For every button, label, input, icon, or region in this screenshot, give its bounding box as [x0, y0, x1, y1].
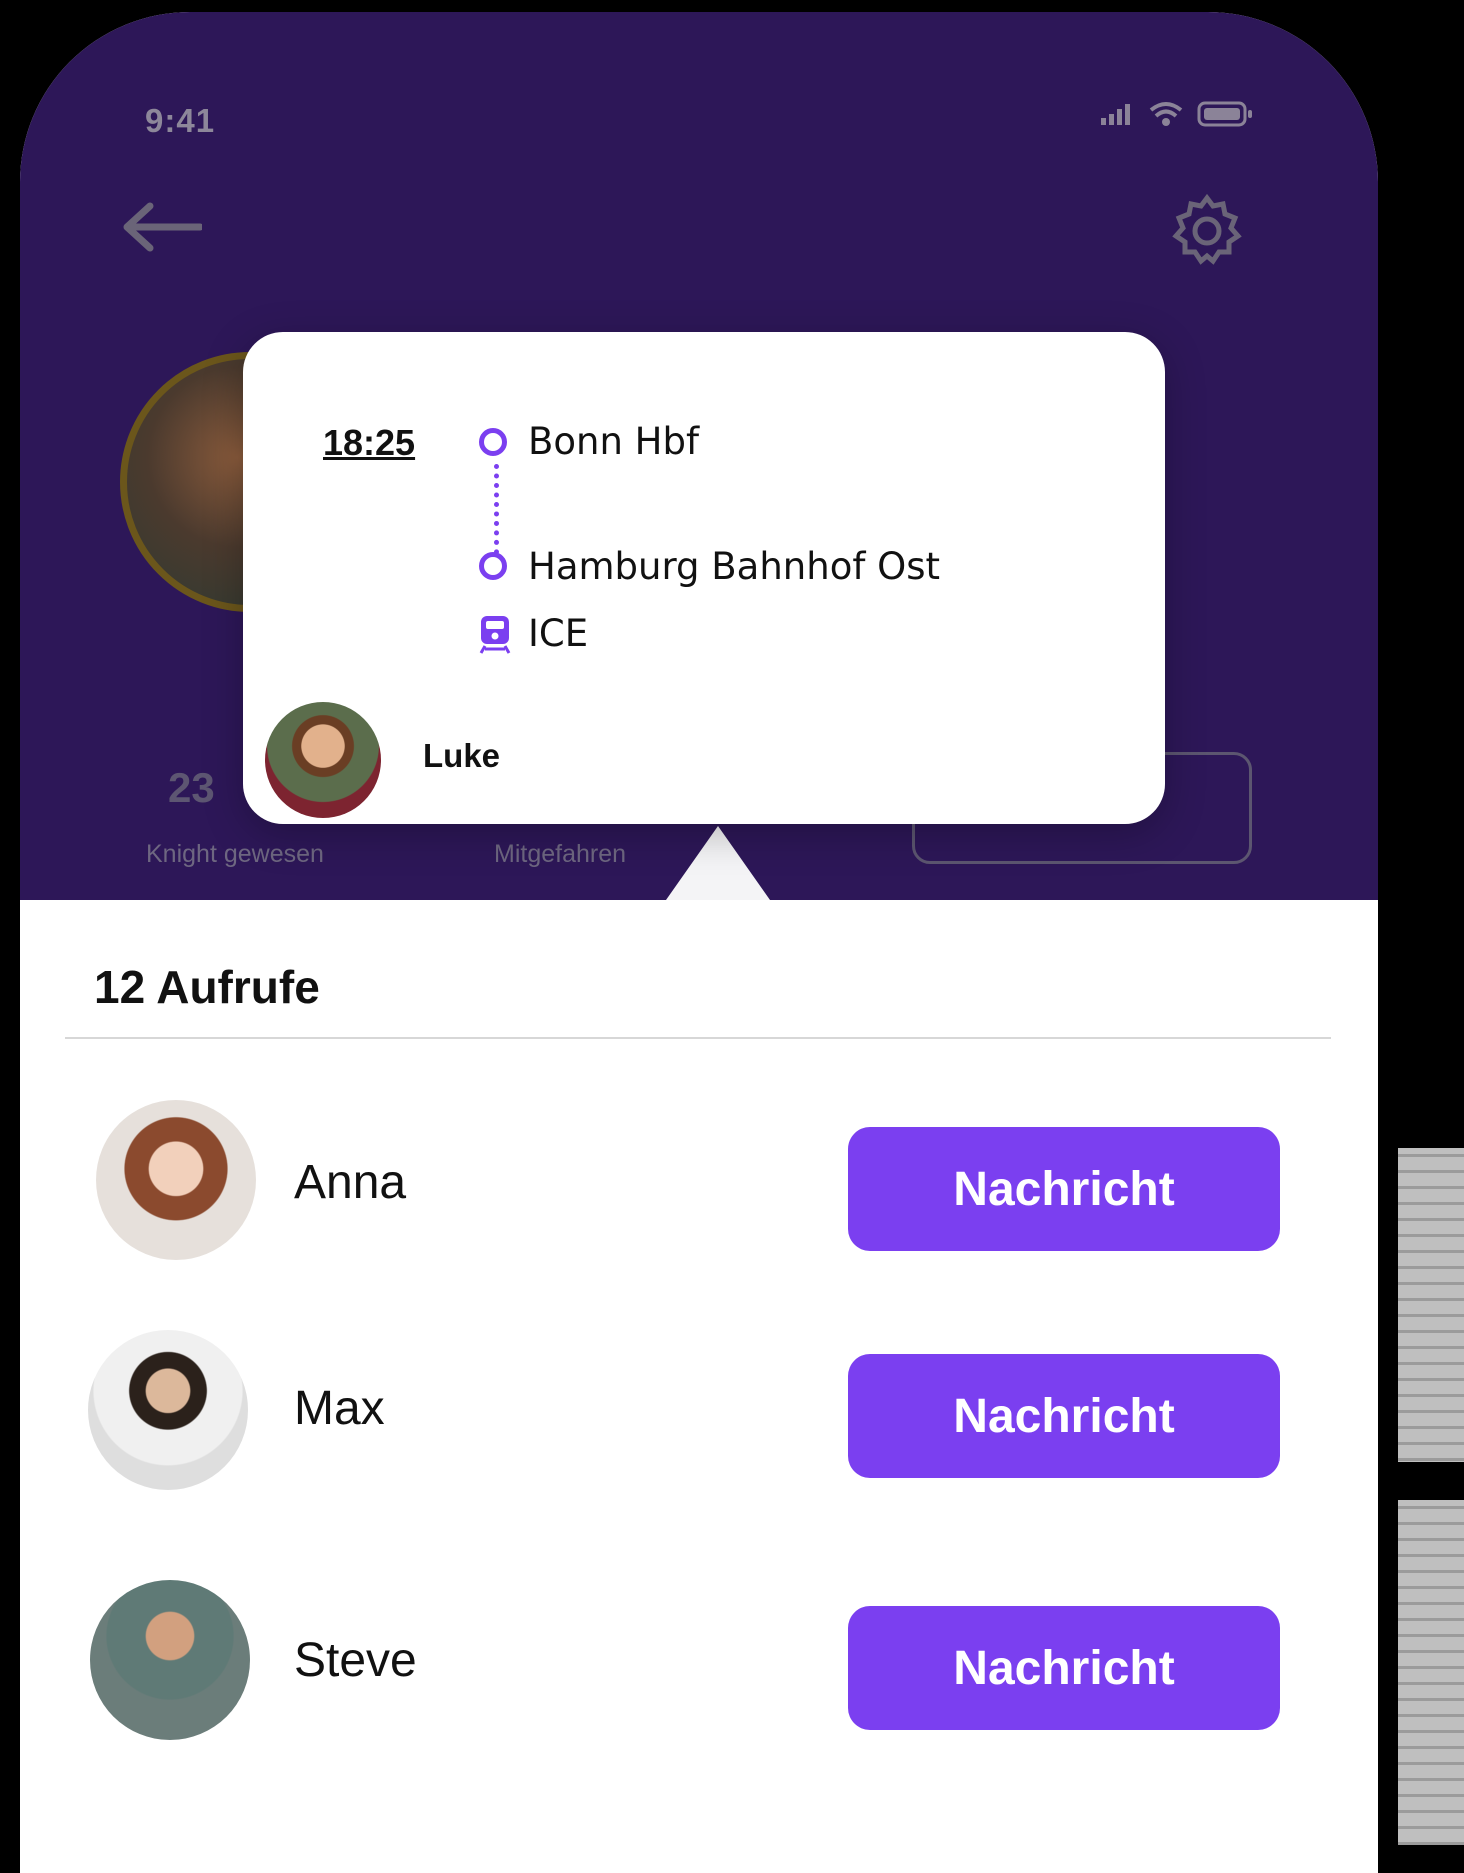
stat-knight-count: 23 — [168, 764, 215, 811]
person-name: Max — [294, 1382, 385, 1435]
stat-knight-label: Knight gewesen — [146, 840, 324, 868]
steve-avatar — [90, 1580, 250, 1740]
wifi-icon — [1149, 102, 1183, 126]
person-name: Anna — [294, 1156, 407, 1209]
destination-stop: Hamburg Bahnhof Ost — [528, 545, 941, 588]
message-button-steve[interactable]: Nachricht — [848, 1606, 1280, 1730]
status-time: 9:41 — [145, 102, 216, 139]
views-title: 12 Aufrufe — [94, 961, 320, 1013]
luke-avatar — [265, 702, 381, 818]
person-name: Steve — [294, 1634, 417, 1687]
section-divider — [65, 1037, 1331, 1039]
train-type: ICE — [528, 612, 589, 655]
list-item: Max Nachricht — [20, 1318, 1378, 1490]
phone-screen: 9:41 23 Knight gewesen Mitgefahren 18:25… — [20, 12, 1378, 1873]
back-button[interactable] — [122, 202, 204, 257]
trip-user-name: Luke — [423, 737, 501, 774]
side-artifact — [1398, 1500, 1464, 1845]
train-icon — [479, 616, 511, 654]
departure-time: 18:25 — [323, 422, 416, 463]
signal-icon — [1101, 104, 1130, 125]
popup-pointer — [666, 826, 770, 900]
stat-ridden-label: Mitgefahren — [494, 840, 627, 868]
origin-stop-icon — [479, 428, 507, 456]
list-item: Anna Nachricht — [20, 1092, 1378, 1262]
anna-avatar — [96, 1100, 256, 1260]
list-item: Steve Nachricht — [20, 1568, 1378, 1740]
message-button-max[interactable]: Nachricht — [848, 1354, 1280, 1478]
trip-popup[interactable]: 18:25 Bonn Hbf Hamburg Bahnhof Ost ICE L… — [243, 332, 1165, 824]
side-artifact — [1398, 1148, 1464, 1462]
status-icons — [1101, 100, 1253, 128]
max-avatar — [88, 1330, 248, 1490]
route-line — [494, 464, 499, 564]
gear-icon — [1172, 193, 1242, 265]
message-button-anna[interactable]: Nachricht — [848, 1127, 1280, 1251]
origin-stop: Bonn Hbf — [528, 420, 700, 463]
destination-stop-icon — [479, 552, 507, 580]
settings-button[interactable] — [1168, 192, 1246, 275]
back-arrow-icon — [123, 202, 204, 252]
battery-icon — [1197, 101, 1252, 127]
